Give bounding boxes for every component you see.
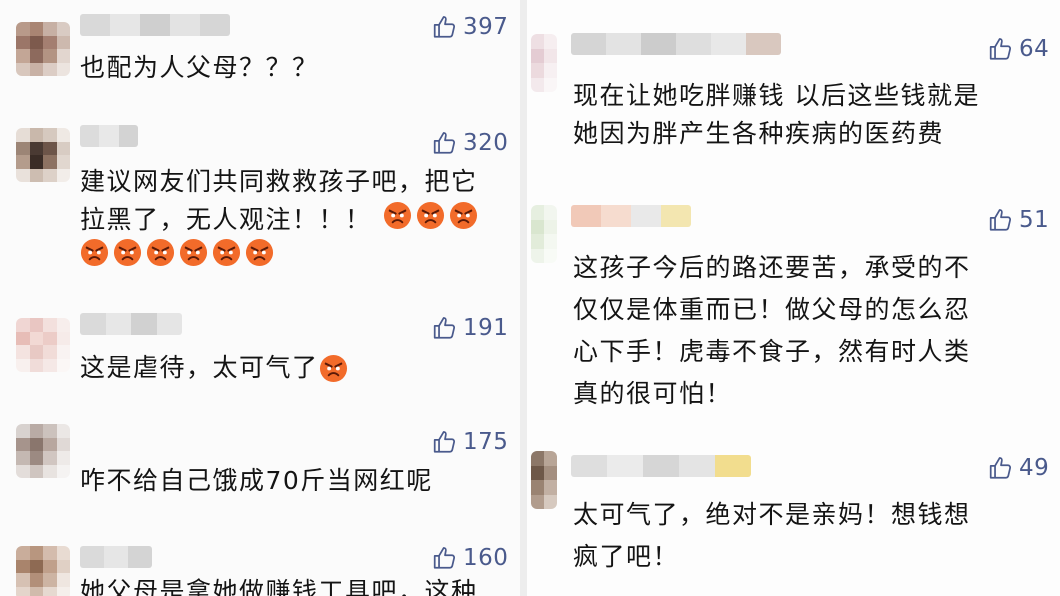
screenshot-page: 397 也配为人父母？？？ 320 建议网友们共同救救孩子吧，把它 拉黑了，无人… (0, 0, 1060, 596)
like-button[interactable]: 64 (988, 36, 1049, 62)
like-button[interactable]: 191 (432, 315, 508, 341)
like-button[interactable]: 320 (432, 130, 508, 156)
angry-face-icon (245, 238, 274, 267)
comment-text: 这孩子今后的路还要苦，承受的不 仅仅是体重而已！做父母的怎么忍 心下手！虎毒不食… (573, 253, 971, 408)
thumbs-up-icon (433, 16, 456, 38)
like-count: 64 (1019, 36, 1050, 62)
like-button[interactable]: 51 (988, 207, 1049, 233)
like-count: 175 (463, 429, 509, 455)
thumbs-up-icon (433, 431, 456, 453)
comment-text: 现在让她吃胖赚钱 以后这些钱就是 她因为胖产生各种疾病的医药费 (573, 81, 980, 148)
angry-face-icon (179, 238, 208, 267)
comment-text: 也配为人父母？？？ (80, 53, 319, 82)
username-blurred[interactable] (80, 14, 230, 36)
comment-column-left: 397 也配为人父母？？？ 320 建议网友们共同救救孩子吧，把它 拉黑了，无人… (0, 0, 520, 596)
angry-face-icon (80, 238, 109, 267)
avatar[interactable] (16, 546, 70, 596)
avatar[interactable] (16, 318, 70, 372)
username-blurred[interactable] (80, 125, 138, 147)
avatar[interactable] (16, 128, 70, 182)
angry-face-icon (146, 238, 175, 267)
like-count: 160 (463, 545, 509, 571)
emoji-group (80, 238, 278, 267)
like-count: 51 (1019, 207, 1050, 233)
comment-text-row: 这是虐待，太可气了 (80, 349, 352, 387)
angry-face-icon (113, 238, 142, 267)
avatar[interactable] (531, 205, 557, 263)
username-blurred[interactable] (571, 205, 691, 227)
username-blurred[interactable] (571, 455, 751, 477)
like-button[interactable]: 175 (432, 429, 508, 455)
angry-face-icon (449, 201, 478, 230)
comment-text: 太可气了，绝对不是亲妈！想钱想 疯了吧！ (573, 500, 971, 571)
column-divider (520, 0, 527, 596)
username-blurred[interactable] (80, 313, 182, 335)
angry-face-icon (212, 238, 241, 267)
like-count: 49 (1019, 455, 1050, 481)
thumbs-up-icon (433, 317, 456, 339)
like-count: 191 (463, 315, 509, 341)
avatar[interactable] (531, 451, 557, 509)
thumbs-up-icon (989, 457, 1012, 479)
comment-text-span: 她父母是拿她做赚钱工具吧，这种 (80, 577, 478, 596)
thumbs-up-icon (989, 38, 1012, 60)
username-blurred[interactable] (80, 546, 152, 568)
angry-face-icon (416, 201, 445, 230)
avatar[interactable] (16, 22, 70, 76)
emoji-group (383, 201, 482, 230)
comment-text: 这是虐待，太可气了 (80, 353, 319, 382)
like-button[interactable]: 397 (432, 14, 508, 40)
thumbs-up-icon (433, 132, 456, 154)
angry-face-icon (383, 201, 412, 230)
comment-text: 咋不给自己饿成70斤当网红呢 (80, 466, 433, 495)
like-count: 397 (463, 14, 509, 40)
username-blurred[interactable] (571, 33, 781, 55)
like-button[interactable]: 160 (432, 545, 508, 571)
avatar[interactable] (16, 424, 70, 478)
thumbs-up-icon (433, 547, 456, 569)
like-button[interactable]: 49 (988, 455, 1049, 481)
thumbs-up-icon (989, 209, 1012, 231)
comment-text: 她父母是拿她做赚钱工具吧，这种 (80, 574, 510, 596)
avatar[interactable] (531, 34, 557, 92)
like-count: 320 (463, 130, 509, 156)
comment-column-right: 64 现在让她吃胖赚钱 以后这些钱就是 她因为胖产生各种疾病的医药费 51 这孩… (527, 0, 1060, 596)
angry-face-icon (319, 354, 347, 382)
